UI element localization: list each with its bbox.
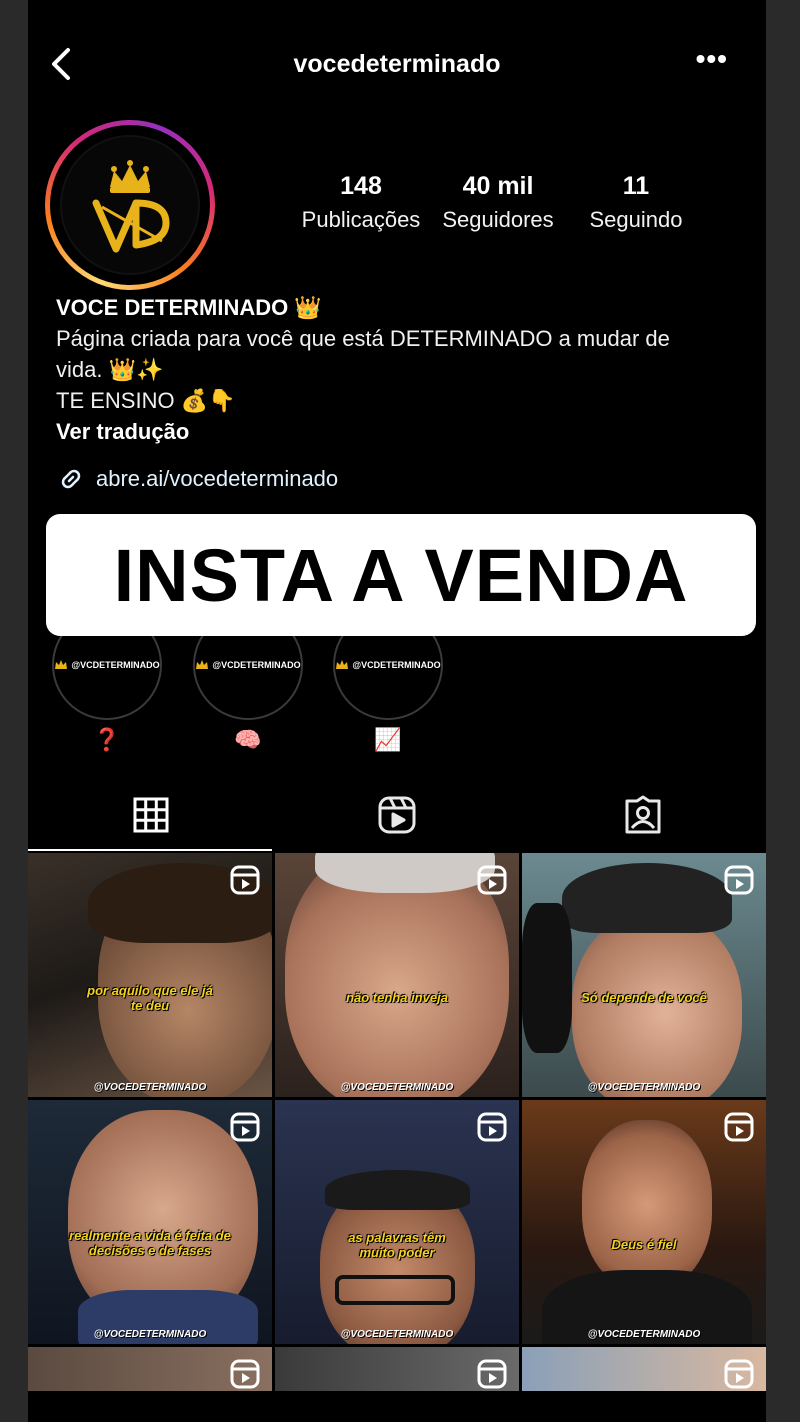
highlight-tag: @VCDETERMINADO bbox=[71, 660, 160, 670]
more-horizontal-icon[interactable]: ••• bbox=[696, 45, 728, 73]
highlight-title: 🧠 bbox=[234, 727, 262, 752]
highlight-title: 📈 bbox=[374, 727, 402, 752]
post-caption: as palavras têm muito poder bbox=[348, 1230, 446, 1260]
avatar[interactable] bbox=[45, 120, 215, 290]
post-caption: Deus é fiel bbox=[611, 1237, 677, 1252]
reel-icon bbox=[230, 1112, 260, 1142]
reel-icon bbox=[724, 1112, 754, 1142]
bottom-navigation bbox=[28, 1392, 766, 1422]
tab-reels[interactable] bbox=[274, 780, 520, 850]
highlight-tag: @VCDETERMINADO bbox=[212, 660, 301, 670]
post-thumbnail[interactable] bbox=[275, 1347, 519, 1391]
post-handle: @VOCEDETERMINADO bbox=[93, 1329, 207, 1340]
post-thumbnail[interactable]: não tenha inveja @VOCEDETERMINADO bbox=[275, 853, 519, 1097]
stat-followers-value: 40 mil bbox=[462, 172, 534, 200]
stat-following-value: 11 bbox=[622, 172, 650, 200]
stat-posts[interactable]: 148 Publicações bbox=[296, 172, 426, 233]
reel-icon bbox=[230, 1359, 260, 1389]
stat-posts-label: Publicações bbox=[301, 207, 421, 232]
tab-grid[interactable] bbox=[28, 780, 274, 850]
highlight-tag: @VCDETERMINADO bbox=[352, 660, 441, 670]
posts-grid: por aquilo que ele já te deu @VOCEDETERM… bbox=[28, 853, 766, 1391]
post-thumbnail[interactable] bbox=[28, 1347, 272, 1391]
highlight-title: ❓ bbox=[93, 727, 121, 752]
post-caption: Só depende de você bbox=[581, 990, 707, 1005]
reel-icon bbox=[477, 1112, 507, 1142]
profile-screen: vocedeterminado ••• 148 Publicações 40 m… bbox=[28, 0, 766, 1422]
crown-icon bbox=[336, 660, 349, 669]
top-header: vocedeterminado ••• bbox=[28, 30, 766, 100]
reel-icon bbox=[477, 865, 507, 895]
grid-icon bbox=[133, 797, 169, 833]
vd-logo bbox=[60, 135, 200, 275]
post-handle: @VOCEDETERMINADO bbox=[340, 1329, 454, 1340]
bio-line: Página criada para você que está DETERMI… bbox=[56, 326, 670, 351]
post-thumbnail[interactable]: por aquilo que ele já te deu @VOCEDETERM… bbox=[28, 853, 272, 1097]
bio-line: TE ENSINO 💰👇 bbox=[56, 388, 236, 413]
profile-tabs bbox=[28, 780, 766, 850]
post-thumbnail[interactable]: as palavras têm muito poder @VOCEDETERMI… bbox=[275, 1100, 519, 1344]
link-icon bbox=[61, 469, 81, 489]
post-thumbnail[interactable]: Só depende de você @VOCEDETERMINADO bbox=[522, 853, 766, 1097]
sale-banner: INSTA A VENDA bbox=[46, 514, 756, 636]
stat-following-label: Seguindo bbox=[589, 207, 683, 232]
active-tab-indicator bbox=[28, 849, 272, 851]
sale-banner-text: INSTA A VENDA bbox=[113, 533, 689, 617]
reel-icon bbox=[230, 865, 260, 895]
reels-icon bbox=[378, 796, 416, 834]
left-margin bbox=[0, 0, 28, 1422]
reel-icon bbox=[724, 1359, 754, 1389]
post-thumbnail[interactable]: realmente a vida é feita de decisões e d… bbox=[28, 1100, 272, 1344]
post-caption: por aquilo que ele já te deu bbox=[87, 983, 213, 1013]
profile-link[interactable]: abre.ai/vocedeterminado bbox=[56, 463, 338, 495]
post-handle: @VOCEDETERMINADO bbox=[587, 1329, 701, 1340]
post-thumbnail[interactable]: Deus é fiel @VOCEDETERMINADO bbox=[522, 1100, 766, 1344]
post-thumbnail[interactable] bbox=[522, 1347, 766, 1391]
stat-followers[interactable]: 40 mil Seguidores bbox=[432, 172, 564, 233]
see-translation-link[interactable]: Ver tradução bbox=[56, 416, 756, 447]
tab-tagged[interactable] bbox=[520, 780, 766, 850]
post-caption: realmente a vida é feita de decisões e d… bbox=[69, 1228, 231, 1258]
crown-icon bbox=[55, 660, 68, 669]
reel-icon bbox=[724, 865, 754, 895]
stat-followers-label: Seguidores bbox=[442, 207, 554, 232]
post-handle: @VOCEDETERMINADO bbox=[587, 1082, 701, 1093]
crown-icon bbox=[196, 660, 209, 669]
stat-following[interactable]: 11 Seguindo bbox=[576, 172, 696, 233]
profile-bio: VOCE DETERMINADO 👑 Página criada para vo… bbox=[56, 292, 756, 447]
profile-link-text: abre.ai/vocedeterminado bbox=[96, 466, 339, 491]
stat-posts-value: 148 bbox=[340, 172, 382, 200]
profile-username: vocedeterminado bbox=[293, 50, 501, 78]
post-handle: @VOCEDETERMINADO bbox=[340, 1082, 454, 1093]
post-caption: não tenha inveja bbox=[346, 990, 448, 1005]
reel-icon bbox=[477, 1359, 507, 1389]
post-handle: @VOCEDETERMINADO bbox=[93, 1082, 207, 1093]
profile-display-name: VOCE DETERMINADO 👑 bbox=[56, 295, 322, 320]
tagged-user-icon bbox=[625, 795, 661, 834]
bio-line: vida. 👑✨ bbox=[56, 357, 164, 382]
right-margin bbox=[766, 0, 800, 1422]
